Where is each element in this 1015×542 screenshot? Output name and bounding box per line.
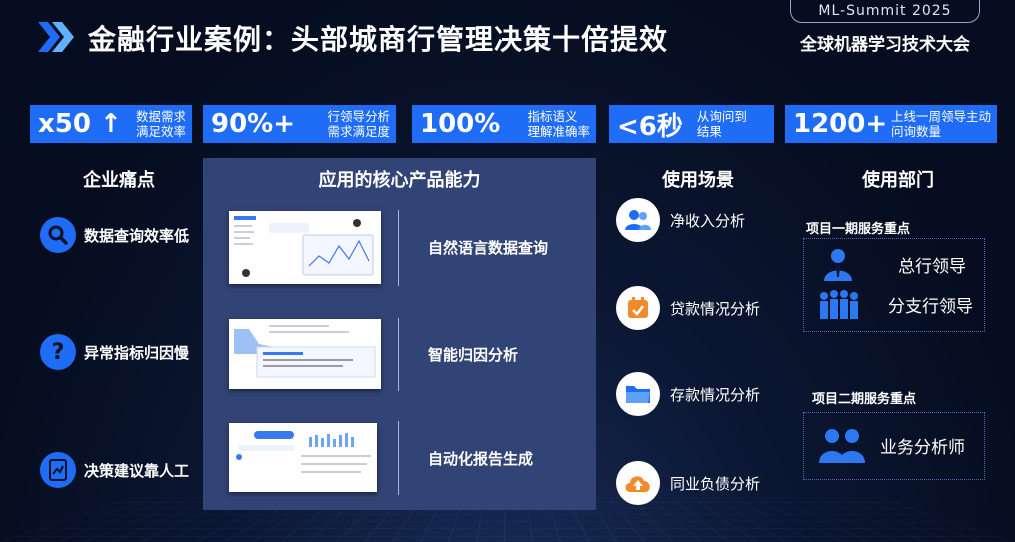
pain-point-item: 数据查询效率低: [40, 217, 189, 253]
department-item: 总行领导: [820, 247, 966, 281]
department-label: 业务分析师: [880, 437, 965, 458]
scenario-item: 净收入分析: [616, 198, 745, 242]
column-header-capabilities: 应用的核心产品能力: [318, 170, 481, 191]
calendar-check-icon: [616, 286, 660, 330]
scenario-item: 存款情况分析: [616, 372, 760, 416]
metric-value: 90%+: [211, 109, 296, 139]
column-header-scenarios: 使用场景: [662, 170, 734, 191]
column-header-departments: 使用部门: [862, 170, 934, 191]
scenario-item: 贷款情况分析: [616, 286, 760, 330]
column-header-pain-points: 企业痛点: [83, 170, 155, 191]
metric-desc: 从询问到 结果: [696, 109, 747, 139]
metric-desc: 行领导分析 需求满足度: [327, 109, 390, 139]
metric-desc: 数据需求 满足效率: [135, 109, 186, 139]
folder-icon: [616, 372, 660, 416]
phase2-label: 项目二期服务重点: [812, 392, 917, 407]
scenario-label: 贷款情况分析: [670, 299, 761, 318]
metric-desc: 上线一周领导主动 问询数量: [890, 109, 991, 139]
capability-label: 智能归因分析: [428, 346, 519, 364]
chevron-arrows-icon: [38, 22, 74, 52]
metric-value: <6秒: [617, 111, 683, 142]
document-chart-icon: [40, 452, 76, 488]
group-icon: [820, 290, 858, 319]
metric-card: x50 ↑ 数据需求 满足效率: [30, 105, 192, 143]
metric-value: x50 ↑: [38, 109, 122, 139]
analysts-icon: [819, 429, 865, 463]
capability-label: 自然语言数据查询: [428, 239, 549, 257]
scenario-label: 同业负债分析: [670, 474, 761, 493]
conference-name: 全球机器学习技术大会: [800, 35, 970, 55]
page-title: 金融行业案例：头部城商行管理决策十倍提效: [88, 23, 669, 56]
department-item: 业务分析师: [818, 427, 965, 463]
metric-card: 1200+ 上线一周领导主动 问询数量: [785, 105, 997, 143]
divider: [398, 421, 399, 495]
scenario-label: 净收入分析: [670, 211, 746, 230]
event-tag: ML-Summit 2025: [790, 0, 980, 23]
phase2-box: 业务分析师: [803, 412, 985, 480]
leader-icon: [824, 249, 852, 281]
pain-point-label: 数据查询效率低: [84, 226, 190, 245]
search-icon: [40, 217, 76, 253]
metric-card: 90%+ 行领导分析 需求满足度: [203, 105, 396, 143]
department-item: 分支行领导: [816, 287, 973, 321]
pain-point-label: 决策建议靠人工: [84, 461, 190, 480]
department-label: 总行领导: [898, 256, 966, 277]
metric-desc: 指标语义 理解准确率: [527, 109, 590, 139]
capability-screenshot: [229, 319, 381, 389]
phase1-box: 总行领导 分支行领导: [803, 238, 985, 332]
question-icon: ?: [40, 334, 76, 370]
scenario-label: 存款情况分析: [670, 385, 761, 404]
department-label: 分支行领导: [888, 296, 973, 317]
phase1-label: 项目一期服务重点: [806, 222, 911, 237]
divider: [398, 318, 399, 391]
metric-value: 100%: [420, 109, 501, 139]
pain-point-label: 异常指标归因慢: [84, 343, 190, 362]
users-icon: [616, 198, 660, 242]
capability-screenshot: [229, 423, 377, 492]
pain-point-item: ? 异常指标归因慢: [40, 334, 189, 370]
scenario-item: 同业负债分析: [616, 461, 760, 505]
cloud-upload-icon: [616, 461, 660, 505]
capability-label: 自动化报告生成: [428, 450, 534, 468]
pain-point-item: 决策建议靠人工: [40, 452, 189, 488]
divider: [398, 210, 399, 286]
capability-screenshot: [229, 211, 381, 284]
metric-card: 100% 指标语义 理解准确率: [412, 105, 596, 143]
metric-value: 1200+: [793, 109, 888, 139]
metric-card: <6秒 从询问到 结果: [609, 105, 774, 143]
